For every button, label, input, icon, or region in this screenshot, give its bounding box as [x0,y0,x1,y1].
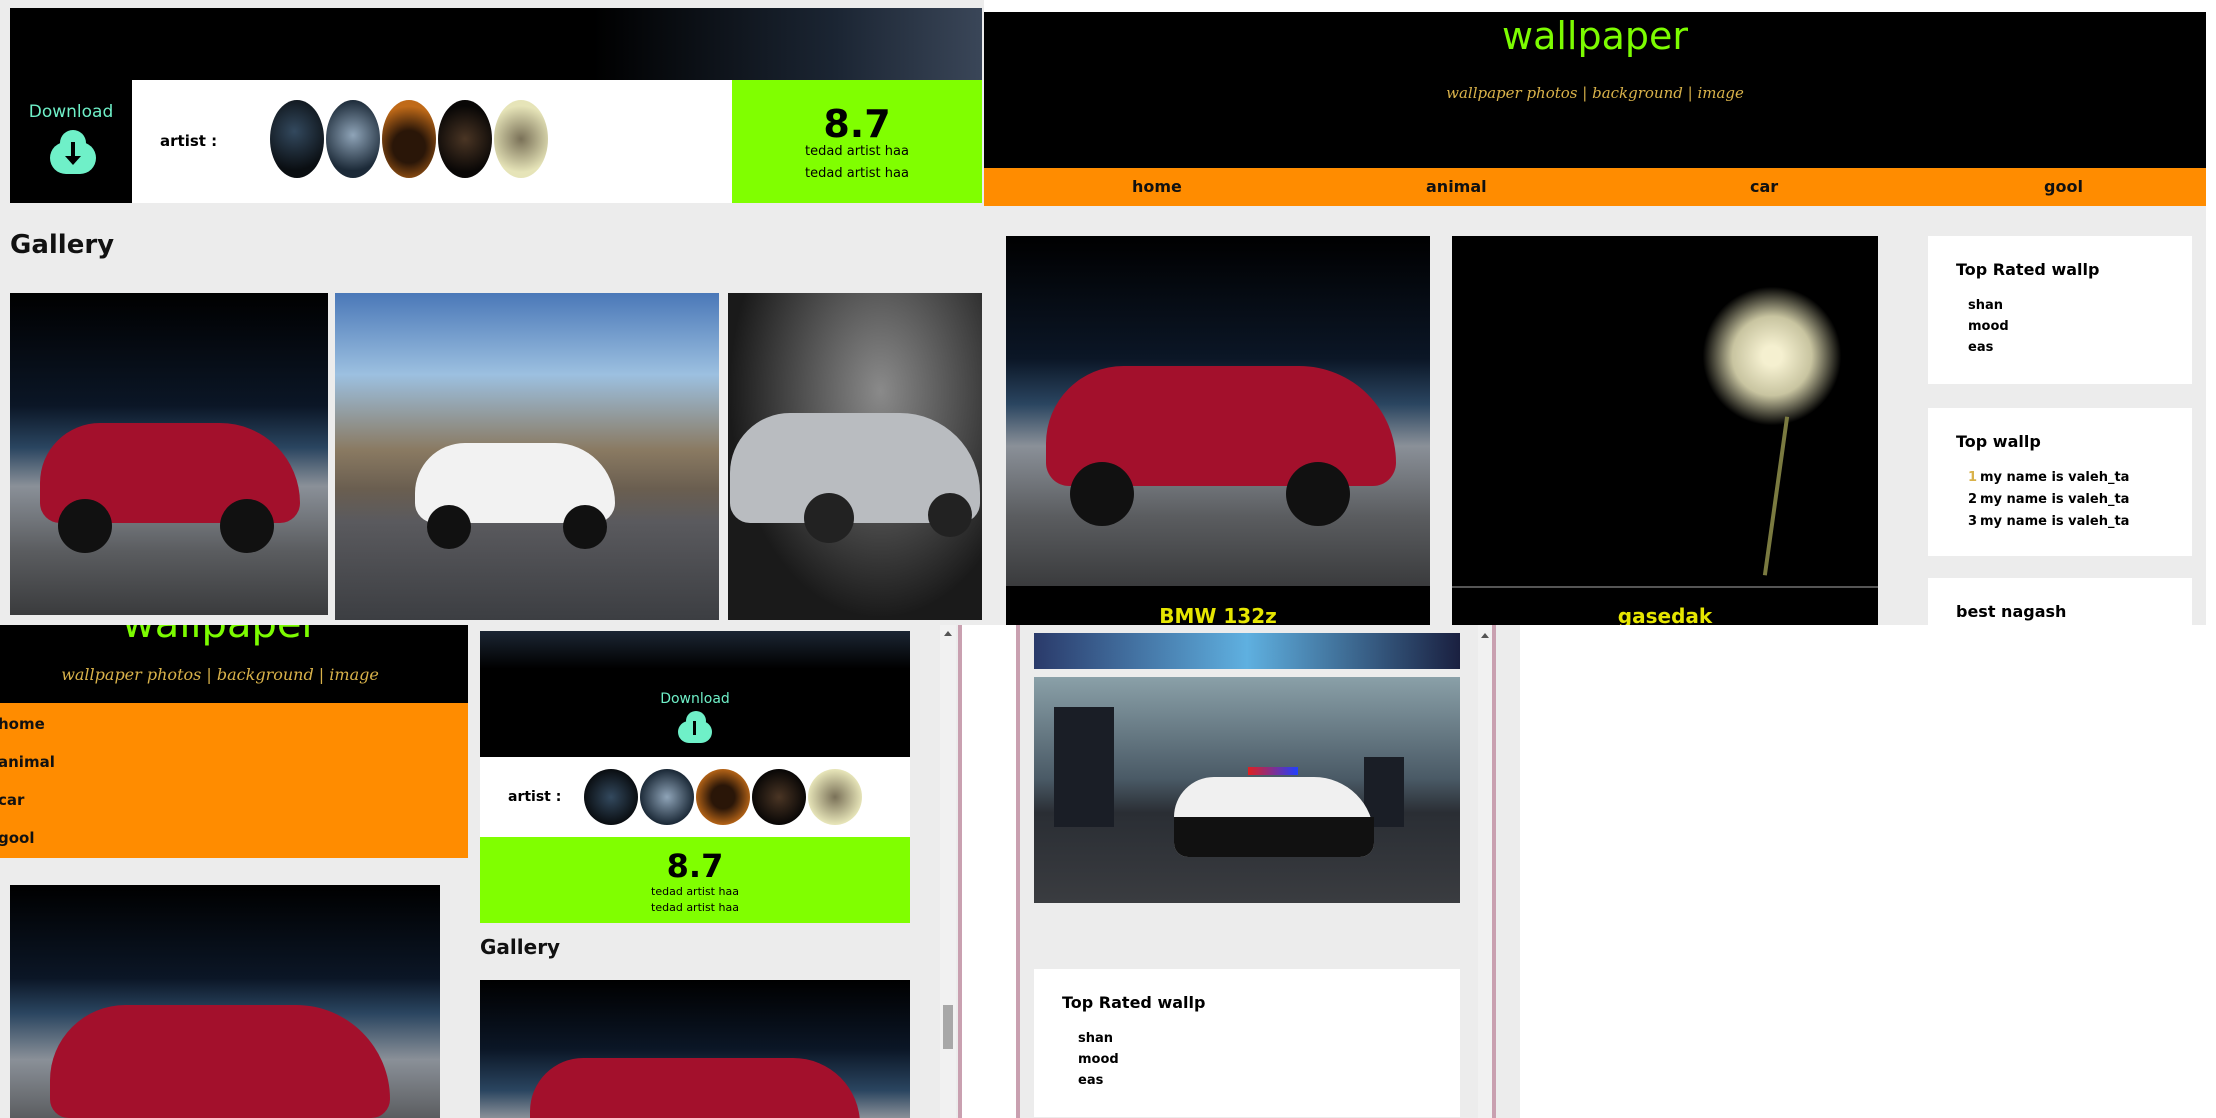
mobile-nav-car[interactable]: car [0,791,24,809]
top-wallp-number: 1 [1968,470,1978,485]
scrollbar-thumb[interactable] [943,1005,953,1049]
nav-gool[interactable]: gool [2044,177,2083,196]
mobile-gallery-heading: Gallery [480,935,561,959]
artist-avatar[interactable] [584,769,638,825]
mobile-header: wallpaper wallpaper photos | background … [0,625,468,703]
mobile-top-rated-item[interactable]: mood [1078,1052,1119,1067]
download-cloud-icon[interactable] [678,711,712,745]
mobile-score-line-2: tedad artist haa [651,901,739,914]
site-header: wallpaper wallpaper photos | background … [984,12,2206,168]
top-rated-item[interactable]: eas [1968,340,1993,355]
thumb-top-partial[interactable] [1034,633,1460,669]
card-bmw-caption: BMW 132z [1159,604,1277,625]
mobile-artist-strip: artist : [480,757,910,837]
mobile-nav-animal[interactable]: animal [0,753,55,771]
top-wallp-box: Top wallp 1 my name is valeh_ta 2 my nam… [1928,408,2192,556]
artist-avatar[interactable] [494,100,548,178]
artist-avatar[interactable] [696,769,750,825]
mobile-nav-home[interactable]: home [0,715,45,733]
mobile-nav: home animal car gool [0,703,468,858]
police-car-view: Top Rated wallp shan mood eas [1016,625,1520,1118]
top-rated-item[interactable]: shan [1968,298,2003,313]
top-wallp-item[interactable]: my name is valeh_ta [1980,492,2129,507]
download-label: Download [28,102,114,122]
top-rated-box: Top Rated wallp shan mood eas [1928,236,2192,384]
right-edge-strip [958,625,962,1118]
top-rated-title: Top Rated wallp [1956,260,2100,279]
artist-avatar[interactable] [382,100,436,178]
scrollbar-track[interactable] [1478,625,1492,1118]
site-subtitle: wallpaper photos | background | image [1446,84,1744,102]
top-wallp-item[interactable]: my name is valeh_ta [1980,514,2129,529]
gallery-thumb-silver-sedan[interactable] [728,293,982,620]
nav-home[interactable]: home [1132,177,1182,196]
download-cloud-icon[interactable] [50,128,96,174]
artist-avatar[interactable] [326,100,380,178]
artist-avatar[interactable] [640,769,694,825]
card-bmw[interactable]: BMW 132z [1006,236,1430,625]
top-wallp-item[interactable]: my name is valeh_ta [1980,470,2129,485]
mobile-artist-label: artist : [508,789,562,805]
scrollbar-track[interactable] [940,625,956,1118]
mobile-top-rated-item[interactable]: eas [1078,1073,1103,1088]
wallpaper-mobile-view: wallpaper wallpaper photos | background … [0,625,472,1118]
nav-car[interactable]: car [1750,177,1778,196]
gallery-thumb-white-convertible[interactable] [335,293,719,620]
top-wallp-title: Top wallp [1956,432,2041,451]
thumb-police-car[interactable] [1034,677,1460,903]
left-edge-strip [1016,625,1020,1118]
mobile-top-rated-title: Top Rated wallp [1062,993,1206,1012]
best-nagash-box: best nagash [1928,578,2192,625]
right-edge-strip [1492,625,1496,1118]
score-line-2: tedad artist haa [805,166,909,181]
wallpaper-desktop-view: wallpaper wallpaper photos | background … [984,0,2216,625]
banner [10,8,982,80]
top-wallp-number: 3 [1968,514,1978,529]
scroll-up-arrow-icon[interactable] [1481,633,1489,638]
top-rated-item[interactable]: mood [1968,319,2009,334]
artist-mobile-view: Download artist : 8.7 tedad artist haa t… [472,625,962,1118]
mobile-card-bmw[interactable] [10,885,440,1118]
mobile-top-rated-item[interactable]: shan [1078,1031,1113,1046]
mobile-banner: Download [480,631,910,757]
mobile-score-value: 8.7 [666,847,724,885]
download-box[interactable]: Download [10,80,132,203]
artist-label: artist : [160,132,218,150]
mobile-top-rated-box: Top Rated wallp shan mood eas [1034,969,1460,1117]
top-wallp-number: 2 [1968,492,1978,507]
artist-avatar[interactable] [270,100,324,178]
artist-avatar[interactable] [808,769,862,825]
gallery-heading: Gallery [10,230,115,260]
mobile-score-box: 8.7 tedad artist haa tedad artist haa [480,837,910,923]
artist-strip: artist : [132,80,732,203]
card-dandelion[interactable]: gasedak [1452,236,1878,625]
score-box: 8.7 tedad artist haa tedad artist haa [732,80,982,203]
mobile-site-title: wallpaper [0,625,440,647]
mobile-site-subtitle: wallpaper photos | background | image [61,665,379,684]
artist-gallery-view: Download artist : 8.7 tedad artist haa t… [0,0,1000,625]
nav-animal[interactable]: animal [1426,177,1487,196]
artist-avatar[interactable] [438,100,492,178]
score-line-1: tedad artist haa [805,144,909,159]
scroll-up-arrow-icon[interactable] [944,631,952,636]
site-title: wallpaper [1501,14,1688,58]
artist-avatar[interactable] [752,769,806,825]
mobile-score-line-1: tedad artist haa [651,885,739,898]
gallery-thumb-red-bmw[interactable] [10,293,328,615]
mobile-download-label: Download [660,691,730,707]
score-value: 8.7 [823,102,891,146]
nav-bar: home animal car gool [984,168,2206,206]
mobile-gallery-thumb-red-bmw[interactable] [480,980,910,1118]
mobile-nav-gool[interactable]: gool [0,829,35,847]
best-nagash-title: best nagash [1956,602,2067,621]
card-gasedak-caption: gasedak [1617,604,1713,625]
